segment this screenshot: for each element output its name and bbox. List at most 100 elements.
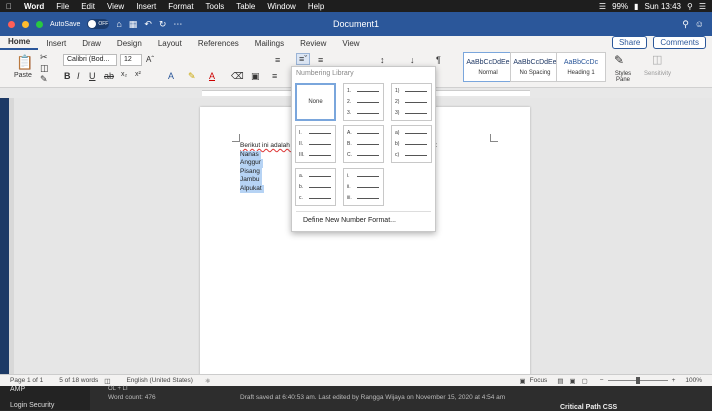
tab-references[interactable]: References bbox=[190, 39, 247, 50]
styles-pane-label[interactable]: Styles Pane bbox=[612, 71, 634, 83]
numbering-format-none[interactable]: None bbox=[295, 83, 336, 121]
autosave-toggle[interactable]: OFF bbox=[87, 19, 110, 29]
format-painter-icon[interactable]: ✎ bbox=[40, 74, 48, 85]
list-item[interactable]: Anggur bbox=[240, 159, 263, 168]
wifi-icon[interactable]: ☰ bbox=[599, 2, 606, 11]
battery-percent[interactable]: 99% bbox=[612, 2, 628, 11]
intro-line[interactable]: Berikut ini adalah je bbox=[240, 142, 297, 151]
read-mode-icon[interactable]: ▤ bbox=[547, 377, 563, 385]
menu-tools[interactable]: Tools bbox=[200, 2, 231, 11]
numbering-format-letter-upper[interactable]: A. B. C. bbox=[343, 125, 384, 163]
tab-insert[interactable]: Insert bbox=[38, 39, 74, 50]
numbering-format-letter-lower-dot[interactable]: a. b. c. bbox=[295, 168, 336, 206]
list-item[interactable]: Jambu bbox=[240, 176, 262, 185]
sensitivity-label[interactable]: Sensitivity bbox=[644, 71, 671, 77]
strikethrough-icon[interactable]: ab bbox=[104, 71, 114, 81]
share-button[interactable]: Share bbox=[611, 36, 648, 49]
underline-icon[interactable]: U bbox=[89, 71, 96, 81]
close-window-button[interactable] bbox=[8, 20, 15, 28]
style-normal[interactable]: AaBbCcDdEe Normal bbox=[463, 52, 513, 82]
tab-home[interactable]: Home bbox=[0, 37, 39, 50]
font-name-select[interactable]: Calibri (Bod... bbox=[63, 54, 117, 66]
bold-icon[interactable]: B bbox=[64, 71, 71, 81]
list-item[interactable]: Pisang bbox=[240, 167, 262, 176]
font-color-icon[interactable]: A bbox=[209, 71, 215, 81]
menu-view[interactable]: View bbox=[101, 2, 130, 11]
styles-pane-icon[interactable]: ✎ bbox=[614, 53, 624, 67]
menu-insert[interactable]: Insert bbox=[130, 2, 162, 11]
tab-design[interactable]: Design bbox=[109, 39, 150, 50]
clock[interactable]: Sun 13:43 bbox=[644, 2, 680, 11]
numbering-format-roman-upper[interactable]: I. II. III. bbox=[295, 125, 336, 163]
zoom-slider-thumb[interactable] bbox=[635, 377, 640, 384]
style-heading-1[interactable]: AaBbCcDc Heading 1 bbox=[556, 52, 606, 82]
list-item[interactable]: Nanas bbox=[240, 150, 261, 159]
web-layout-icon[interactable]: ▢ bbox=[576, 377, 588, 385]
zoom-slider[interactable] bbox=[607, 377, 668, 384]
amp-menu-item[interactable]: AMP bbox=[10, 386, 25, 393]
customize-toolbar-icon[interactable]: ⋯ bbox=[173, 19, 182, 30]
spotlight-icon[interactable]: ⚲ bbox=[687, 2, 693, 11]
tab-review[interactable]: Review bbox=[292, 39, 334, 50]
character-shading-icon[interactable]: ▣ bbox=[251, 71, 260, 82]
multilevel-list-icon[interactable]: ≡ bbox=[318, 55, 323, 65]
zoom-level[interactable]: 100% bbox=[675, 377, 712, 384]
save-icon[interactable]: ▦ bbox=[129, 19, 138, 30]
clear-formatting-icon[interactable]: ⌫ bbox=[231, 71, 244, 82]
undo-icon[interactable]: ↶ bbox=[144, 19, 152, 30]
menu-app-name[interactable]: Word bbox=[18, 2, 50, 11]
page-count[interactable]: Page 1 of 1 bbox=[0, 377, 43, 384]
search-icon[interactable]: ⚲ bbox=[682, 19, 689, 30]
define-new-number-format-item[interactable]: Define New Number Format... bbox=[292, 217, 435, 224]
accessibility-icon[interactable]: ⚛ bbox=[193, 377, 211, 385]
tab-mailings[interactable]: Mailings bbox=[247, 39, 292, 50]
align-left-icon[interactable]: ≡ bbox=[272, 71, 277, 81]
zoom-in-icon[interactable]: + bbox=[668, 377, 676, 384]
tab-draw[interactable]: Draw bbox=[74, 39, 109, 50]
font-size-select[interactable]: 12 bbox=[120, 54, 142, 66]
sort-icon[interactable]: ↓ bbox=[410, 55, 415, 65]
menu-format[interactable]: Format bbox=[162, 2, 199, 11]
menu-help[interactable]: Help bbox=[302, 2, 330, 11]
account-icon[interactable]: ☺ bbox=[695, 19, 704, 30]
tab-layout[interactable]: Layout bbox=[150, 39, 190, 50]
menu-window[interactable]: Window bbox=[261, 2, 301, 11]
focus-label[interactable]: Focus bbox=[526, 377, 548, 384]
line-spacing-icon[interactable]: ↕ bbox=[380, 55, 385, 65]
grow-font-icon[interactable]: Aˆ bbox=[146, 55, 154, 64]
italic-icon[interactable]: I bbox=[77, 71, 80, 81]
control-center-icon[interactable]: ☰ bbox=[699, 2, 706, 11]
comments-button[interactable]: Comments bbox=[653, 36, 706, 49]
subscript-icon[interactable]: x₂ bbox=[121, 71, 127, 78]
apple-icon[interactable]:  bbox=[0, 2, 18, 11]
zoom-window-button[interactable] bbox=[36, 20, 43, 28]
print-layout-icon[interactable]: ▣ bbox=[563, 377, 575, 385]
bullets-icon[interactable]: ≡ bbox=[275, 55, 280, 65]
minimize-window-button[interactable] bbox=[22, 20, 29, 28]
home-icon[interactable]: ⌂ bbox=[116, 19, 121, 29]
vertical-ruler[interactable] bbox=[9, 98, 14, 374]
document-body-text[interactable]: Berikut ini adalah je Nanas Anggur Pisan… bbox=[240, 142, 297, 193]
sensitivity-icon[interactable]: ◫ bbox=[652, 53, 662, 66]
menu-edit[interactable]: Edit bbox=[75, 2, 101, 11]
numbering-format-1-paren[interactable]: 1) 2) 3) bbox=[391, 83, 432, 121]
tab-view[interactable]: View bbox=[334, 39, 367, 50]
numbering-format-roman-lower[interactable]: i. ii. iii. bbox=[343, 168, 384, 206]
superscript-icon[interactable]: x² bbox=[135, 71, 141, 78]
menu-table[interactable]: Table bbox=[230, 2, 261, 11]
menu-file[interactable]: File bbox=[50, 2, 75, 11]
numbering-format-1-dot[interactable]: 1. 2. 3. bbox=[343, 83, 384, 121]
paste-label[interactable]: Paste bbox=[14, 72, 32, 79]
proofing-icon[interactable]: ◫ bbox=[98, 377, 110, 385]
zoom-out-icon[interactable]: − bbox=[588, 377, 604, 384]
language[interactable]: English (United States) bbox=[110, 377, 192, 384]
highlight-icon[interactable]: ✎ bbox=[188, 71, 196, 82]
redo-icon[interactable]: ↻ bbox=[159, 19, 167, 30]
style-no-spacing[interactable]: AaBbCcDdEe No Spacing bbox=[510, 52, 560, 82]
word-count[interactable]: 5 of 18 words bbox=[43, 377, 98, 384]
show-formatting-icon[interactable]: ¶ bbox=[436, 55, 441, 65]
numbering-format-letter-lower-paren[interactable]: a) b) c) bbox=[391, 125, 432, 163]
numbering-icon[interactable]: ≡ˇ bbox=[296, 53, 311, 65]
paste-icon[interactable]: 📋 bbox=[16, 54, 33, 71]
login-security-menu-item[interactable]: Login Security bbox=[10, 402, 54, 409]
